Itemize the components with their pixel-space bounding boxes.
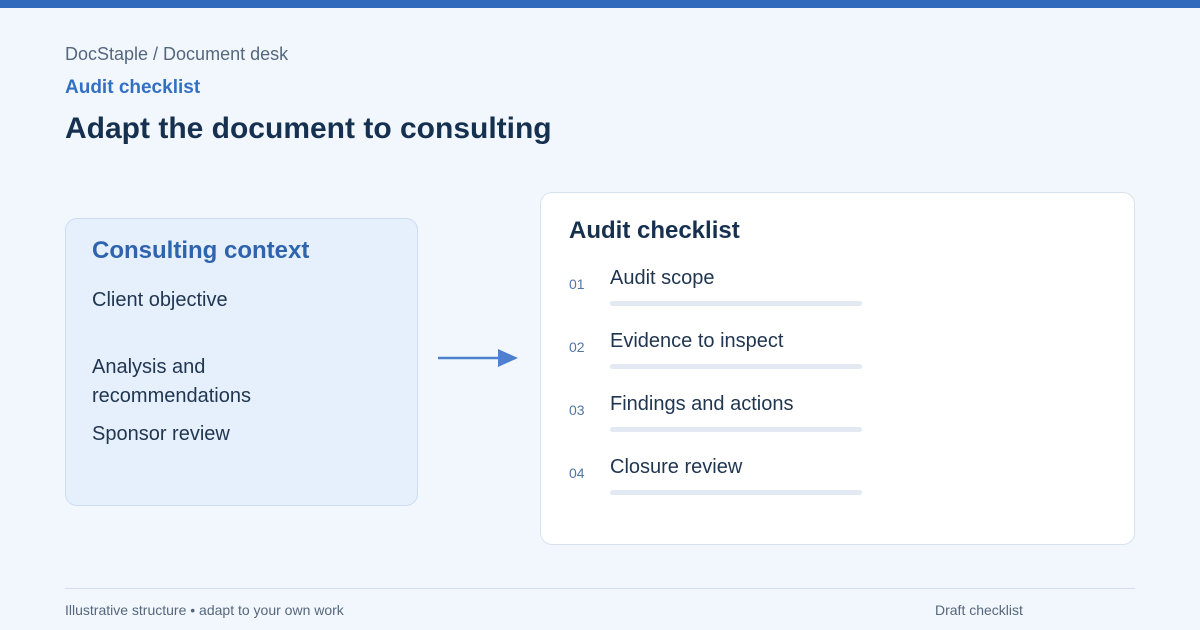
context-item: Sponsor review [92,423,230,445]
step-number: 02 [569,339,585,355]
page-title: Adapt the document to consulting [65,112,552,145]
checklist-step: 04 Closure review [569,456,869,506]
section-kicker: Audit checklist [65,77,201,98]
step-label: Findings and actions [610,393,794,415]
top-accent-bar [0,0,1200,8]
footer-status: Draft checklist [935,602,1023,618]
checklist-step: 03 Findings and actions [569,393,869,443]
footer-note: Illustrative structure • adapt to your o… [65,602,344,618]
arrow-right-icon [438,349,518,367]
step-placeholder-line [610,427,862,432]
step-label: Closure review [610,456,743,478]
step-label: Audit scope [610,267,715,289]
audit-checklist-card: Audit checklist 01 Audit scope 02 Eviden… [540,192,1135,545]
consulting-context-card: Consulting context Client objective Anal… [65,218,418,506]
context-item: Analysis and recommendations [92,356,251,407]
step-number: 01 [569,276,585,292]
step-placeholder-line [610,490,862,495]
step-number: 03 [569,402,585,418]
step-placeholder-line [610,301,862,306]
checklist-step: 01 Audit scope [569,267,869,317]
context-card-title: Consulting context [92,237,310,264]
step-label: Evidence to inspect [610,330,784,352]
footer-divider [65,588,1135,589]
checklist-step: 02 Evidence to inspect [569,330,869,380]
context-item: Client objective [92,289,228,311]
step-placeholder-line [610,364,862,369]
breadcrumb: DocStaple / Document desk [65,44,289,64]
checklist-card-title: Audit checklist [569,217,740,244]
step-number: 04 [569,465,585,481]
